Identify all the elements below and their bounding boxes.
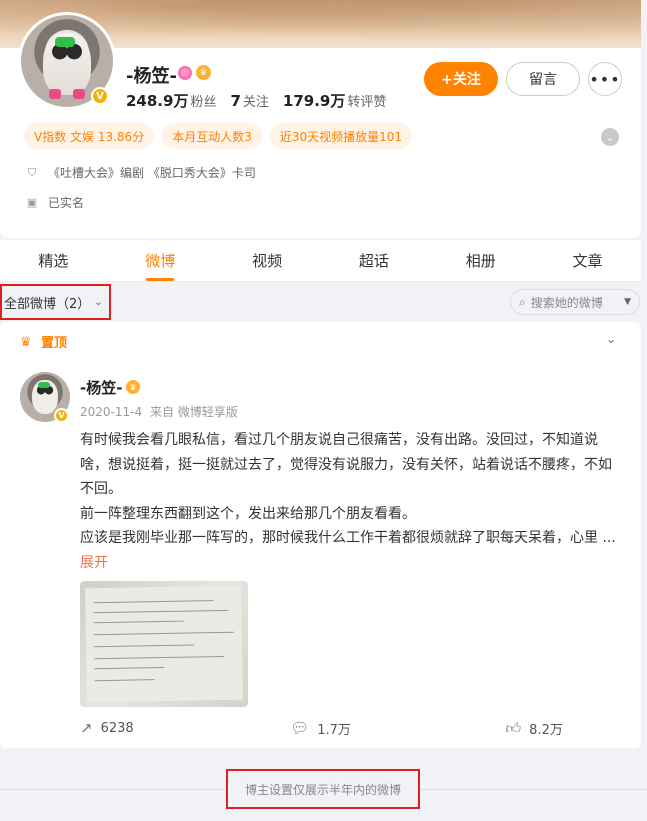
visibility-notice: 博主设置仅展示半年内的微博 — [226, 769, 420, 809]
post-actions: ↗ 6238 💬︎ 1.7万 👍︎ 8.2万 — [0, 716, 641, 740]
bio-text: 《吐槽大会》编剧 《脱口秀大会》卡司 — [48, 166, 256, 180]
crown-badge-icon[interactable]: ♛ — [126, 380, 140, 394]
followers-label: 粉丝 — [190, 95, 217, 110]
note-line — [93, 631, 234, 636]
profile-name: -杨笠- — [126, 66, 177, 87]
chevron-down-icon[interactable]: ⌄ — [601, 128, 619, 146]
post-paragraph: 有时候我会看几眼私信，看过几个朋友说自己很痛苦，没有出路。没回过，不知道说啥，想… — [80, 432, 612, 497]
share-icon: ↗ — [80, 719, 93, 737]
pinned-label-row: ♛ 置顶 — [20, 332, 68, 352]
follow-button[interactable]: +关注 — [424, 62, 498, 96]
search-placeholder: 搜索她的微博 — [530, 295, 603, 310]
note-line — [94, 655, 225, 660]
post-paragraph: 前一阵整理东西翻到这个，发出来给那几个朋友看看。 — [80, 505, 416, 522]
divider — [420, 789, 647, 790]
tag-interactions[interactable]: 本月互动人数3 — [162, 123, 262, 149]
profile-stats: 248.9万 粉丝 7 关注 179.9万 转评赞 — [126, 90, 386, 111]
expand-link[interactable]: 展开 — [80, 555, 108, 571]
post-meta: 2020-11-4 来自 微博轻享版 — [80, 403, 242, 420]
tab-super-topic[interactable]: 超话 — [320, 240, 427, 281]
like-count: 8.2万 — [529, 722, 563, 738]
tab-weibo[interactable]: 微博 — [107, 240, 214, 281]
divider — [0, 789, 226, 790]
post-paragraph: 应该是我刚毕业那一阵写的，那时候我什么工作干着都很烦就辞了职每天呆着，心里 ..… — [80, 526, 625, 575]
engagement-stat: 179.9万 转评赞 — [283, 90, 386, 111]
comment-icon: 💬︎ — [290, 719, 310, 737]
post-date[interactable]: 2020-11-4 — [80, 405, 142, 419]
following-count: 7 — [230, 92, 241, 110]
info-row-verified: ▣ 已实名 — [26, 194, 84, 211]
engagement-label: 转评赞 — [347, 95, 387, 110]
thumbs-up-icon: 👍︎ — [505, 718, 522, 737]
pink-badge-icon[interactable]: ◎ — [178, 66, 192, 80]
id-card-icon: ▣ — [26, 196, 38, 209]
weibo-filter-dropdown[interactable]: 全部微博（2） ⌄ — [0, 284, 111, 320]
repost-count: 6238 — [100, 720, 134, 736]
post-body: 有时候我会看几眼私信，看过几个朋友说自己很痛苦，没有出路。没回过，不知道说啥，想… — [80, 428, 625, 575]
following-label: 关注 — [242, 95, 269, 110]
tab-album[interactable]: 相册 — [427, 240, 534, 281]
comment-count: 1.7万 — [317, 722, 351, 738]
followers-count: 248.9万 — [126, 92, 189, 110]
handwritten-note — [85, 585, 243, 703]
message-button[interactable]: 留言 — [506, 62, 580, 96]
tag-v-index[interactable]: V指数 文娱 13.86分 — [24, 123, 155, 149]
post-paragraph-text: 应该是我刚毕业那一阵写的，那时候我什么工作干着都很烦就辞了职每天呆着，心里 ..… — [80, 530, 616, 546]
tab-articles[interactable]: 文章 — [534, 240, 641, 281]
chevron-down-icon: ⌄ — [94, 296, 103, 308]
followers-stat[interactable]: 248.9万 粉丝 — [126, 90, 216, 111]
note-line — [94, 644, 195, 648]
paw-shape — [49, 89, 61, 99]
dropdown-arrow-icon[interactable]: ▼ — [624, 297, 631, 307]
note-line — [93, 609, 229, 614]
repost-button[interactable]: ↗ 6238 — [0, 716, 214, 740]
post-image[interactable] — [80, 581, 248, 707]
tab-video[interactable]: 视频 — [214, 240, 321, 281]
tab-featured[interactable]: 精选 — [0, 240, 107, 281]
post-card: ♛ 置顶 ⌄ V -杨笠- ♛ 2020-11-4 来自 微博轻享版 有时候我会… — [0, 322, 641, 748]
note-line — [94, 666, 165, 670]
filter-label: 全部微博（2） — [4, 296, 91, 312]
tag-video-plays[interactable]: 近30天视频播放量101 — [269, 123, 413, 149]
profile-tags: V指数 文娱 13.86分 本月互动人数3 近30天视频播放量101 — [24, 123, 413, 149]
shield-icon: ⛉ — [27, 165, 37, 179]
note-line — [93, 600, 214, 604]
search-input[interactable]: ⌕ 搜索她的微博 ▼ — [510, 289, 640, 315]
comment-button[interactable]: 💬︎ 1.7万 — [214, 716, 428, 740]
search-icon: ⌕ — [519, 294, 526, 309]
profile-card: V -杨笠- ◎ ♛ 248.9万 粉丝 7 关注 179.9万 转评赞 +关注 留言… — [0, 0, 641, 238]
note-line — [93, 620, 184, 624]
crown-icon: ♛ — [20, 334, 32, 350]
profile-tabs: 精选 微博 视频 超话 相册 文章 — [0, 240, 641, 282]
paw-shape — [73, 89, 85, 99]
bow-shape — [38, 382, 50, 388]
chevron-down-icon[interactable]: ⌄ — [606, 332, 616, 346]
note-line — [94, 679, 155, 682]
info-row-bio: ⛉ 《吐槽大会》编剧 《脱口秀大会》卡司 — [26, 164, 256, 181]
engagement-count: 179.9万 — [282, 92, 346, 110]
verified-icon: V — [91, 87, 109, 105]
like-button[interactable]: 👍︎ 8.2万 — [427, 716, 641, 740]
bow-shape — [55, 37, 75, 47]
pinned-label: 置顶 — [41, 336, 68, 351]
verified-icon: V — [54, 408, 69, 423]
more-icon[interactable]: ••• — [588, 62, 622, 96]
crown-badge-icon[interactable]: ♛ — [196, 65, 211, 80]
following-stat[interactable]: 7 关注 — [230, 91, 268, 110]
real-name-text: 已实名 — [48, 196, 85, 210]
post-author[interactable]: -杨笠- — [80, 377, 122, 398]
post-source: 来自 微博轻享版 — [149, 405, 238, 419]
